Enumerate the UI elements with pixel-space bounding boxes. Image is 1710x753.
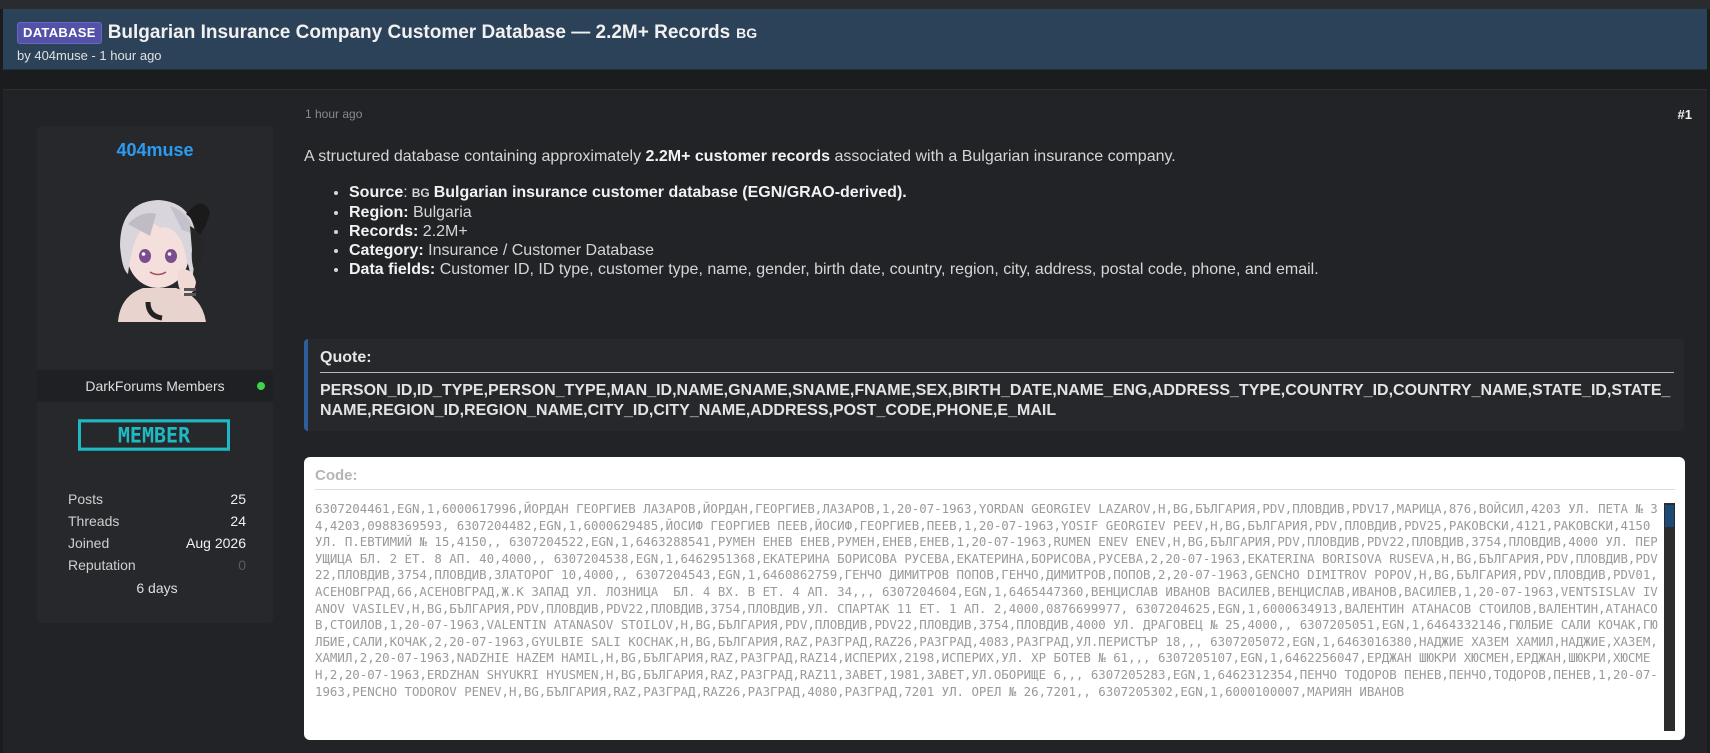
thread-header: DATABASE Bulgarian Insurance Company Cus… <box>3 9 1707 70</box>
item-value: Bulgarian insurance customer database (E… <box>433 184 907 201</box>
stat-posts: Posts 25 <box>68 488 246 510</box>
post-body: A structured database containing approxi… <box>304 148 1684 279</box>
item-label: Category: <box>349 242 424 259</box>
prefix-badge[interactable]: DATABASE <box>17 22 102 44</box>
stat-value[interactable]: 0 <box>238 554 246 576</box>
item-value: Insurance / Customer Database <box>423 242 655 259</box>
stat-label: Joined <box>68 535 110 551</box>
stat-label: Posts <box>68 491 104 507</box>
stat-label: Reputation <box>68 557 136 573</box>
intro-text: associated with a Bulgarian insurance co… <box>830 148 1176 165</box>
code-block: Code: 6307204461,EGN,1,6000617996,ЙОРДАН… <box>304 457 1685 740</box>
list-item: Source:BGBulgarian insurance customer da… <box>349 183 1684 203</box>
item-label: Source <box>349 184 404 201</box>
quote-text: PERSON_ID,ID_TYPE,PERSON_TYPE,MAN_ID,NAM… <box>320 382 1671 419</box>
list-item: Region: Bulgaria <box>349 203 1684 222</box>
item-label: Region: <box>349 204 409 221</box>
thread-title-line: DATABASE Bulgarian Insurance Company Cus… <box>17 21 1693 45</box>
online-status-icon <box>257 382 265 390</box>
stat-value[interactable]: 24 <box>230 510 246 532</box>
item-value: Customer ID, ID type, customer type, nam… <box>435 261 1319 278</box>
post-date: 1 hour ago <box>305 107 363 121</box>
list-item: Category: Insurance / Customer Database <box>349 241 1684 260</box>
avatar[interactable] <box>98 184 218 322</box>
item-label: Data fields: <box>349 261 436 278</box>
item-label: Records: <box>349 223 419 240</box>
stat-reputation: Reputation 0 <box>68 554 246 576</box>
list-item: Data fields: Customer ID, ID type, custo… <box>349 260 1684 279</box>
stat-threads: Threads 24 <box>68 510 246 532</box>
post-intro: A structured database containing approxi… <box>304 148 1684 166</box>
time-online: 6 days <box>136 580 178 596</box>
bg-flag-icon: BG <box>411 186 430 200</box>
code-title: Code: <box>315 467 1675 490</box>
user-stats: Posts 25 Threads 24 Joined Aug 2026 Repu… <box>68 488 246 599</box>
thread-title[interactable]: Bulgarian Insurance Company Customer Dat… <box>108 22 730 44</box>
user-group[interactable]: DarkForums Members <box>85 378 224 394</box>
top-strip <box>0 0 1710 9</box>
stat-value[interactable]: 25 <box>230 488 246 510</box>
code-scrollbar[interactable] <box>1664 503 1675 731</box>
member-rank-badge: MEMBER <box>78 419 230 451</box>
user-group-bar: DarkForums Members <box>37 370 273 402</box>
item-value: Bulgaria <box>408 204 472 221</box>
stat-label: Threads <box>68 513 120 529</box>
post-bullet-list: Source:BGBulgarian insurance customer da… <box>304 183 1684 279</box>
thread-meta: by 404muse - 1 hour ago <box>17 48 162 63</box>
quote-block: Quote: PERSON_ID,ID_TYPE,PERSON_TYPE,MAN… <box>304 339 1684 431</box>
bg-flag-icon: BG <box>736 25 758 41</box>
stat-joined: Joined Aug 2026 <box>68 532 246 554</box>
user-panel: 404muse DarkForums Members MEMBER Posts … <box>37 126 273 623</box>
post-number-link[interactable]: #1 <box>1678 107 1692 122</box>
list-item: Records: 2.2M+ <box>349 222 1684 241</box>
item-separator: : <box>403 184 408 201</box>
item-value: 2.2M+ <box>418 223 468 240</box>
code-content-area[interactable]: 6307204461,EGN,1,6000617996,ЙОРДАН ГЕОРГ… <box>315 501 1660 731</box>
username[interactable]: 404muse <box>37 140 273 161</box>
intro-text: A structured database containing approxi… <box>304 148 646 165</box>
code-text: 6307204461,EGN,1,6000617996,ЙОРДАН ГЕОРГ… <box>315 501 1658 699</box>
quote-title: Quote: <box>320 349 1674 373</box>
code-scrollbar-thumb[interactable] <box>1665 505 1674 527</box>
stat-value: Aug 2026 <box>186 535 246 551</box>
intro-bold: 2.2M+ customer records <box>645 148 831 165</box>
